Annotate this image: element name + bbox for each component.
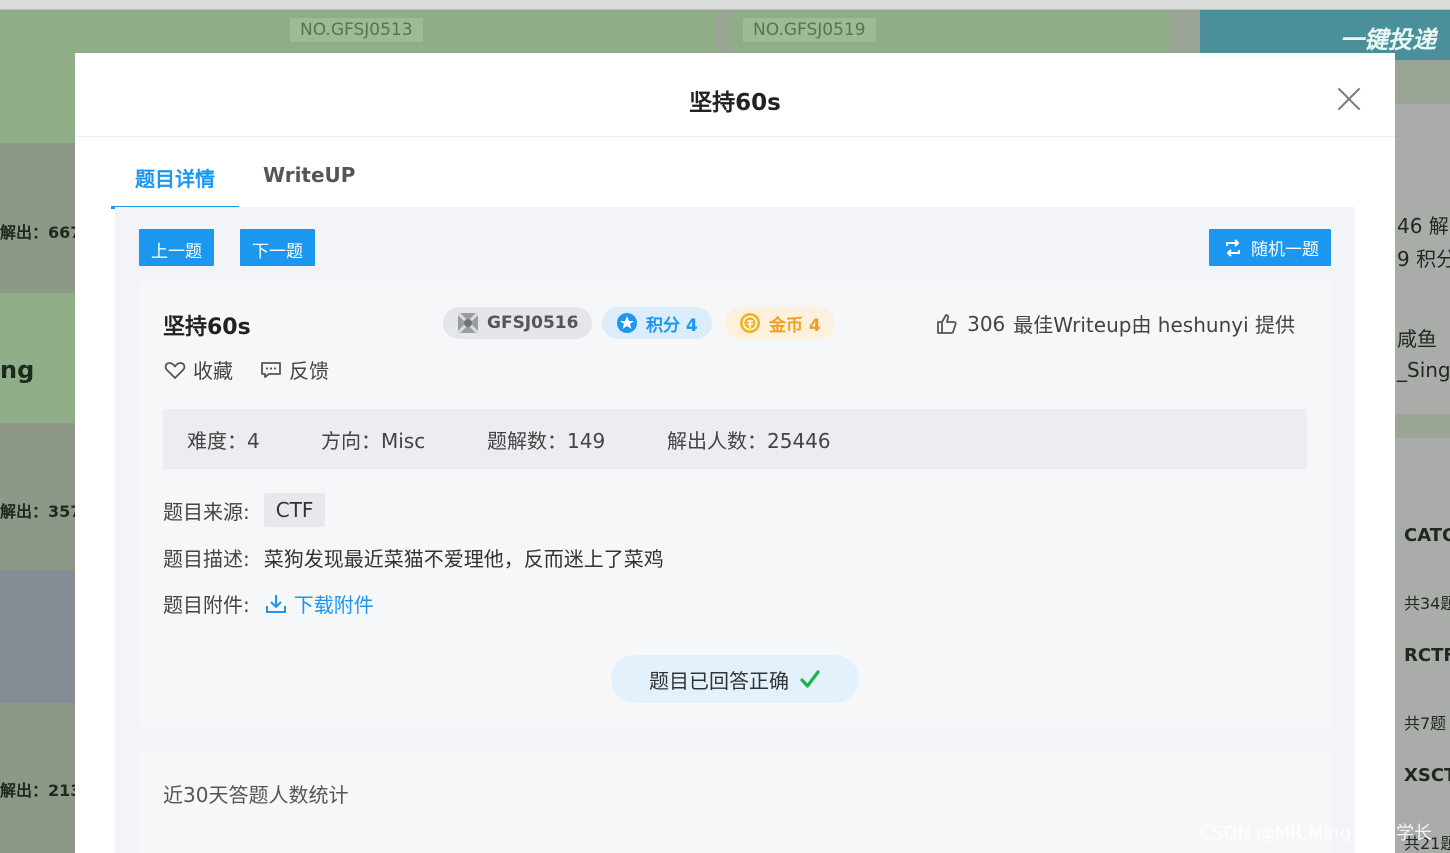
tab-details[interactable]: 题目详情 (111, 137, 239, 209)
bg-challenge-code: NO.GFSJ0519 (743, 18, 876, 42)
problem-id-badge: GFSJ0516 (443, 307, 593, 339)
coin-icon (740, 313, 760, 333)
bg-card-text: ng (0, 356, 35, 384)
watermark: CSDN @MR.Ming_明裕学长 (1199, 823, 1432, 844)
feedback-button[interactable]: 反馈 (259, 355, 329, 384)
problem-card: 坚持60s GFSJ0516 积分 4 金币 4 306 最佳Writeup由 … (139, 281, 1331, 727)
modal-header: 坚持60s (75, 53, 1395, 137)
problem-actions: 收藏 反馈 (163, 355, 329, 384)
answered-correct-text: 题目已回答正确 (649, 668, 789, 693)
bg-side-text: XSCT (1404, 765, 1450, 786)
bg-challenge-card (0, 143, 75, 293)
source-tag: CTF (263, 493, 326, 527)
random-problem-button[interactable]: 随机一题 (1209, 229, 1331, 266)
next-problem-button[interactable]: 下一题 (240, 229, 315, 266)
download-attachment-label: 下载附件 (293, 593, 374, 617)
browser-top-edge (0, 0, 1450, 10)
source-label: 题目来源: (163, 499, 250, 524)
answer-stats-title: 近30天答题人数统计 (163, 783, 349, 807)
comment-icon (261, 361, 281, 378)
coin-badge: 金币 4 (725, 307, 835, 339)
modal-tabs: 题目详情 WriteUP (111, 137, 379, 209)
download-icon (265, 594, 286, 613)
attachment-label: 题目附件: (163, 593, 250, 617)
modal-title: 坚持60s (689, 90, 781, 116)
answer-stats-card: 近30天答题人数统计 (139, 751, 1331, 853)
description-text: 菜狗发现最近菜猫不爱理他，反而迷上了菜鸡 (263, 547, 664, 571)
bg-side-text: 共34题 (1404, 594, 1450, 613)
score-text: 积分 4 (646, 315, 698, 336)
coin-text: 金币 4 (769, 315, 821, 336)
feedback-label: 反馈 (289, 359, 329, 383)
bg-side-text: 9 积分 (1397, 247, 1450, 271)
stat-writeups: 题解数：149 (487, 428, 606, 453)
bg-side-text: 46 解 (1397, 214, 1449, 238)
thumbs-up-icon[interactable] (935, 312, 959, 336)
favorite-label: 收藏 (193, 359, 233, 383)
prev-problem-button[interactable]: 上一题 (139, 229, 214, 266)
attachment-row: 题目附件: 下载附件 (163, 589, 374, 618)
score-badge: 积分 4 (602, 307, 712, 339)
bg-side-text: RCTF (1404, 645, 1450, 666)
like-count: 306 (967, 311, 1006, 336)
tab-writeup[interactable]: WriteUP (239, 137, 379, 209)
heart-icon (164, 361, 186, 379)
bg-side-text: 共7题 (1404, 714, 1447, 733)
detail-panel: 上一题 下一题 随机一题 坚持60s GFSJ0516 积分 4 金币 4 30… (115, 207, 1355, 853)
favorite-button[interactable]: 收藏 (163, 355, 233, 384)
bg-side-text: CATC (1404, 525, 1450, 546)
description-label: 题目描述: (163, 547, 250, 571)
bg-side-text: 咸鱼 (1397, 327, 1437, 351)
source-row: 题目来源: CTF (163, 493, 326, 527)
random-problem-label: 随机一题 (1251, 240, 1319, 260)
best-writeup-credit: 最佳Writeup由 heshunyi 提供 (1013, 313, 1295, 337)
description-row: 题目描述: 菜狗发现最近菜猫不爱理他，反而迷上了菜鸡 (163, 543, 664, 572)
download-attachment-link[interactable]: 下载附件 (264, 589, 374, 618)
close-icon[interactable] (1337, 87, 1361, 111)
problem-stats: 难度：4 方向：Misc 题解数：149 解出人数：25446 (163, 409, 1307, 469)
puzzle-icon (457, 312, 479, 334)
problem-title: 坚持60s (163, 315, 251, 340)
star-badge-icon (617, 313, 637, 333)
check-icon (800, 670, 820, 688)
stat-difficulty: 难度：4 (187, 428, 260, 453)
challenge-modal: 坚持60s 题目详情 WriteUP 上一题 下一题 随机一题 坚持60s GF… (75, 53, 1395, 853)
bg-challenge-code: NO.GFSJ0513 (290, 18, 423, 42)
bg-challenge-card (0, 423, 75, 570)
bg-challenge-card (0, 570, 75, 703)
stat-solvers: 解出人数：25446 (667, 428, 831, 453)
problem-id-text: GFSJ0516 (487, 313, 579, 333)
shuffle-icon (1226, 238, 1240, 257)
answered-correct-status: 题目已回答正确 (611, 655, 859, 703)
stat-direction: 方向：Misc (321, 428, 426, 453)
problem-meta: 306 最佳Writeup由 heshunyi 提供 (935, 309, 1295, 338)
bg-side-text: _Sing (1397, 358, 1450, 382)
